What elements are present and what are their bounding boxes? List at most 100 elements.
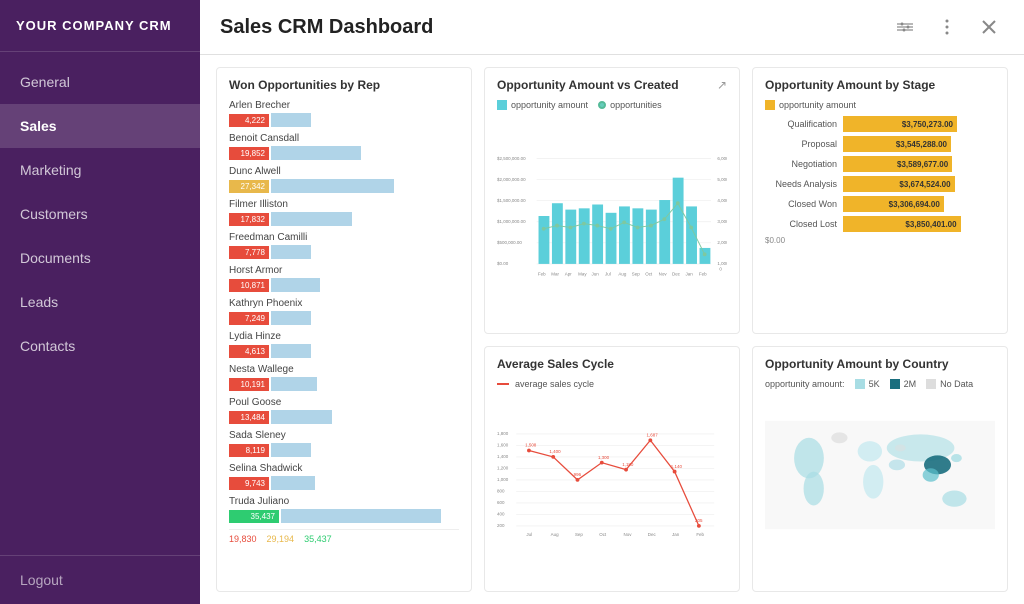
sidebar-item-general[interactable]: General [0, 60, 200, 104]
country-no-data-label: No Data [940, 379, 973, 389]
svg-text:5,000: 5,000 [717, 177, 727, 182]
close-button[interactable] [974, 12, 1004, 42]
rep-name: Sada Sleney [229, 430, 459, 441]
svg-text:1,200: 1,200 [497, 465, 509, 470]
rep-name: Lydia Hinze [229, 331, 459, 342]
stage-bar: $3,750,273.00 [843, 116, 957, 132]
bottom-val-1: 19,830 [229, 534, 257, 544]
amount-legend-color [497, 100, 507, 110]
sidebar-item-marketing[interactable]: Marketing [0, 148, 200, 192]
bottom-val-3: 35,437 [304, 534, 332, 544]
svg-text:200: 200 [497, 523, 505, 528]
legend-amount-label: opportunity amount [511, 100, 588, 110]
rep-row: Arlen Brecher 4,222 [229, 100, 459, 127]
opp-by-stage-card: Opportunity Amount by Stage opportunity … [752, 67, 1008, 334]
more-button[interactable] [932, 12, 962, 42]
svg-text:Sep: Sep [632, 271, 640, 276]
svg-text:1,400: 1,400 [549, 449, 561, 454]
sidebar-logout[interactable]: Logout [0, 555, 200, 604]
country-2m-label: 2M [904, 379, 917, 389]
sidebar-item-customers[interactable]: Customers [0, 192, 200, 236]
topbar: Sales CRM Dashboard [200, 0, 1024, 55]
svg-text:Jul: Jul [526, 532, 532, 537]
sidebar-item-contacts[interactable]: Contacts [0, 324, 200, 368]
rep-bar-value: 10,871 [229, 279, 269, 292]
rep-bar-bg [271, 476, 315, 490]
rep-bar-value: 9,743 [229, 477, 269, 490]
opps-legend-color [598, 101, 606, 109]
svg-text:205: 205 [695, 518, 703, 523]
sidebar-item-sales[interactable]: Sales [0, 104, 200, 148]
svg-text:May: May [578, 271, 587, 276]
stage-row: Closed Won $3,306,694.00 [765, 196, 995, 212]
rep-bars: 4,222 [229, 113, 459, 127]
stage-bar: $3,545,288.00 [843, 136, 951, 152]
rep-bars: 27,342 [229, 179, 459, 193]
won-opps-bottom-legend: 19,830 29,194 35,437 [229, 529, 459, 544]
rep-name: Benoit Cansdall [229, 133, 459, 144]
sidebar-item-documents[interactable]: Documents [0, 236, 200, 280]
rep-bar-value: 7,778 [229, 246, 269, 259]
opp-vs-created-title: Opportunity Amount vs Created [497, 78, 727, 92]
stage-legend-item: opportunity amount [765, 100, 856, 110]
country-color-5k [855, 379, 865, 389]
rep-name: Selina Shadwick [229, 463, 459, 474]
country-no-data-color [926, 379, 936, 389]
stage-name: Proposal [765, 139, 837, 149]
rep-bar-bg [271, 179, 394, 193]
stage-row: Closed Lost $3,850,401.00 [765, 216, 995, 232]
stage-legend-color [765, 100, 775, 110]
svg-text:400: 400 [497, 511, 505, 516]
rep-bar-bg [271, 146, 361, 160]
svg-text:Mar: Mar [551, 271, 559, 276]
close-icon [982, 20, 996, 34]
country-legend-label: opportunity amount: [765, 379, 845, 389]
rep-name: Horst Armor [229, 265, 459, 276]
country-scale-2m: 2M [890, 379, 917, 389]
rep-name: Poul Goose [229, 397, 459, 408]
stage-legend-label: opportunity amount [779, 100, 856, 110]
rep-row: Lydia Hinze 4,613 [229, 331, 459, 358]
stage-row: Qualification $3,750,273.00 [765, 116, 995, 132]
stage-value: $3,589,677.00 [897, 160, 948, 169]
avg-sales-svg: 1,800 1,600 1,400 1,200 1,000 800 600 40… [497, 395, 727, 575]
svg-text:2,000: 2,000 [717, 240, 727, 245]
stage-value: $3,545,288.00 [896, 140, 947, 149]
opp-by-country-card: Opportunity Amount by Country opportunit… [752, 346, 1008, 593]
rep-bar-value: 7,249 [229, 312, 269, 325]
rep-row: Truda Juliano 35,437 [229, 496, 459, 523]
rep-row: Poul Goose 13,484 [229, 397, 459, 424]
sidebar-nav: General Sales Marketing Customers Docume… [0, 52, 200, 555]
filter-button[interactable] [890, 12, 920, 42]
world-map-svg [765, 395, 995, 555]
stage-value: $3,850,401.00 [905, 220, 956, 229]
rep-bars: 35,437 [229, 509, 459, 523]
rep-list: Arlen Brecher 4,222 Benoit Cansdall 19,8… [229, 100, 459, 523]
svg-text:1,140: 1,140 [671, 463, 683, 468]
topbar-actions [890, 12, 1004, 42]
rep-name: Truda Juliano [229, 496, 459, 507]
rep-bars: 19,852 [229, 146, 459, 160]
rep-bar-value: 4,222 [229, 114, 269, 127]
svg-text:Feb: Feb [699, 271, 707, 276]
stage-row: Needs Analysis $3,674,524.00 [765, 176, 995, 192]
sidebar: YOUR COMPANY CRM General Sales Marketing… [0, 0, 200, 604]
country-legend-text: opportunity amount: [765, 379, 845, 389]
rep-name: Kathryn Phoenix [229, 298, 459, 309]
svg-text:$2,000,000.00: $2,000,000.00 [497, 177, 526, 182]
legend-item-opps: opportunities [598, 100, 662, 110]
expand-icon[interactable]: ↗ [717, 78, 727, 92]
rep-bar-bg [271, 377, 317, 391]
sidebar-item-leads[interactable]: Leads [0, 280, 200, 324]
svg-text:Jan: Jan [672, 532, 680, 537]
more-icon [945, 19, 949, 35]
rep-bar-value: 35,437 [229, 510, 279, 523]
rep-bar-value: 27,342 [229, 180, 269, 193]
svg-text:Jul: Jul [605, 271, 611, 276]
rep-bar-bg [271, 113, 311, 127]
stage-name: Closed Lost [765, 219, 837, 229]
rep-bars: 10,871 [229, 278, 459, 292]
avg-sales-card: Average Sales Cycle average sales cycle … [484, 346, 740, 593]
svg-text:996: 996 [574, 472, 582, 477]
rep-row: Benoit Cansdall 19,852 [229, 133, 459, 160]
